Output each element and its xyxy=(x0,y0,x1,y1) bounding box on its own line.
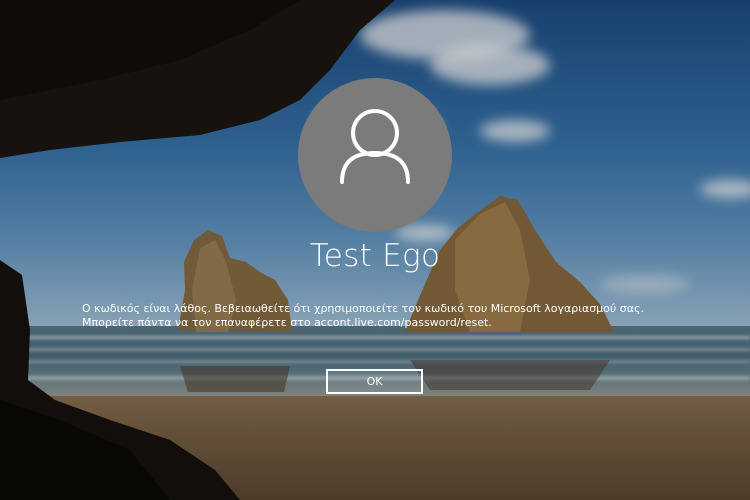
ok-button[interactable]: OK xyxy=(326,369,423,394)
error-message: Ο κωδικός είναι λάθος. Βεβειαωθείτε ότι … xyxy=(82,302,644,329)
user-silhouette-icon xyxy=(340,109,410,184)
user-avatar xyxy=(298,78,452,232)
username-label: Test Ego xyxy=(309,238,441,274)
